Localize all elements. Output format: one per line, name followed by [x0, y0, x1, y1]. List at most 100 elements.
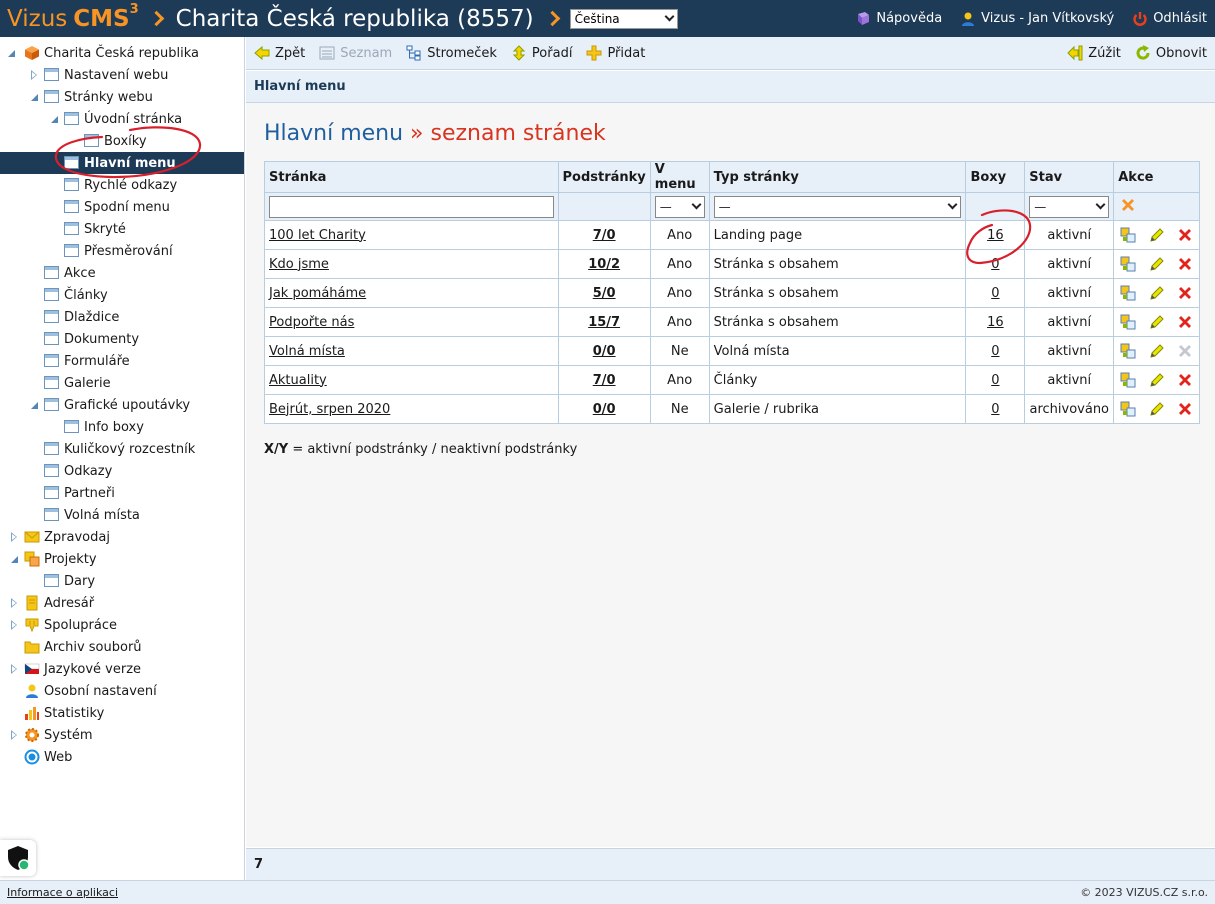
sidebar-item-clanky[interactable]: Články — [0, 284, 244, 306]
expand-closed-icon[interactable] — [31, 70, 37, 80]
boxes-link[interactable]: 0 — [991, 402, 999, 417]
delete-icon[interactable] — [1177, 285, 1193, 301]
sidebar-item-nastaveni-webu[interactable]: Nastavení webu — [0, 64, 244, 86]
sidebar-item-system[interactable]: Systém — [0, 724, 244, 746]
expand-closed-icon[interactable] — [11, 620, 17, 630]
type-filter-select[interactable]: — — [713, 195, 962, 218]
expand-closed-icon[interactable] — [11, 730, 17, 740]
sidebar-item-partneri[interactable]: Partneři — [0, 482, 244, 504]
expand-closed-icon[interactable] — [11, 598, 17, 608]
sidebar-item-dlazdice[interactable]: Dlaždice — [0, 306, 244, 328]
sidebar-item-boxiky[interactable]: Boxíky — [0, 130, 244, 152]
delete-icon[interactable] — [1177, 372, 1193, 388]
subpages-link[interactable]: 0/0 — [593, 344, 616, 359]
sidebar-item-spodni-menu[interactable]: Spodní menu — [0, 196, 244, 218]
column-header[interactable]: Boxy — [965, 161, 1026, 193]
subpages-link[interactable]: 7/0 — [593, 373, 616, 388]
view-boxes-icon[interactable] — [1120, 343, 1136, 359]
sidebar-item-stranky-webu[interactable]: Stránky webu — [0, 86, 244, 108]
state-filter-select[interactable]: — — [1029, 195, 1110, 218]
boxes-link[interactable]: 16 — [987, 228, 1004, 243]
sidebar-item-zpravodaj[interactable]: Zpravodaj — [0, 526, 244, 548]
refresh-button[interactable]: Obnovit — [1135, 45, 1207, 61]
sidebar-item-spoluprace[interactable]: Spolupráce — [0, 614, 244, 636]
expand-open-icon[interactable] — [51, 116, 58, 123]
page-link[interactable]: Kdo jsme — [269, 257, 329, 272]
delete-icon[interactable] — [1177, 401, 1193, 417]
sidebar-item-rychle-odkazy[interactable]: Rychlé odkazy — [0, 174, 244, 196]
expand-open-icon[interactable] — [11, 556, 18, 563]
pencil-icon[interactable] — [1149, 343, 1165, 359]
column-header[interactable]: Podstránky — [557, 161, 651, 193]
expand-open-icon[interactable] — [8, 50, 15, 57]
pencil-icon[interactable] — [1149, 285, 1165, 301]
boxes-link[interactable]: 0 — [991, 344, 999, 359]
sidebar-item-formulare[interactable]: Formuláře — [0, 350, 244, 372]
language-select[interactable]: Čeština — [569, 8, 678, 29]
column-header[interactable]: Stránka — [264, 161, 559, 193]
subpages-link[interactable]: 5/0 — [593, 286, 616, 301]
subpages-link[interactable]: 10/2 — [588, 257, 620, 272]
delete-icon[interactable] — [1177, 256, 1193, 272]
sidebar-item-volna-mista[interactable]: Volná místa — [0, 504, 244, 526]
sidebar-item-hlavni-menu[interactable]: Hlavní menu — [0, 152, 244, 174]
subpages-link[interactable]: 0/0 — [593, 402, 616, 417]
sidebar-item-kulickovy-rozcestnik[interactable]: Kuličkový rozcestník — [0, 438, 244, 460]
delete-icon[interactable] — [1177, 227, 1193, 243]
pencil-icon[interactable] — [1149, 227, 1165, 243]
view-boxes-icon[interactable] — [1120, 285, 1136, 301]
pencil-icon[interactable] — [1149, 314, 1165, 330]
column-header[interactable]: Typ stránky — [708, 161, 967, 193]
sidebar-item-projekty[interactable]: Projekty — [0, 548, 244, 570]
sidebar-item-uvodni-stranka[interactable]: Úvodní stránka — [0, 108, 244, 130]
delete-icon[interactable] — [1177, 314, 1193, 330]
sidebar-item-graficke-upoutavky[interactable]: Grafické upoutávky — [0, 394, 244, 416]
logout-button[interactable]: Odhlásit — [1132, 11, 1207, 27]
app-info-link[interactable]: Informace o aplikaci — [7, 886, 118, 899]
sidebar-item-akce[interactable]: Akce — [0, 262, 244, 284]
list-button[interactable]: Seznam — [319, 45, 392, 61]
order-button[interactable]: Pořadí — [511, 45, 572, 61]
brand-logo[interactable]: Vizus CMS3 — [0, 2, 139, 32]
view-boxes-icon[interactable] — [1120, 314, 1136, 330]
menu-filter-select[interactable]: — — [654, 195, 705, 218]
page-link[interactable]: Volná místa — [269, 344, 345, 359]
boxes-link[interactable]: 0 — [991, 257, 999, 272]
view-boxes-icon[interactable] — [1120, 401, 1136, 417]
sidebar-item-info-boxy[interactable]: Info boxy — [0, 416, 244, 438]
tree-button[interactable]: Stromeček — [406, 45, 497, 61]
sidebar-item-galerie[interactable]: Galerie — [0, 372, 244, 394]
expand-closed-icon[interactable] — [11, 664, 17, 674]
sidebar-item-skryte[interactable]: Skryté — [0, 218, 244, 240]
page-link[interactable]: Bejrút, srpen 2020 — [269, 402, 390, 417]
pencil-icon[interactable] — [1149, 256, 1165, 272]
back-button[interactable]: Zpět — [254, 45, 305, 61]
sidebar-item-dary[interactable]: Dary — [0, 570, 244, 592]
page-link[interactable]: 100 let Charity — [269, 228, 366, 243]
sidebar-item-dokumenty[interactable]: Dokumenty — [0, 328, 244, 350]
pencil-icon[interactable] — [1149, 372, 1165, 388]
expand-closed-icon[interactable] — [11, 532, 17, 542]
view-boxes-icon[interactable] — [1120, 227, 1136, 243]
page-name-filter-input[interactable] — [269, 195, 554, 218]
user-link[interactable]: Vizus - Jan Vítkovský — [960, 11, 1114, 27]
subpages-link[interactable]: 15/7 — [588, 315, 620, 330]
help-link[interactable]: Nápověda — [855, 11, 942, 27]
sidebar-item-archiv-souboru[interactable]: Archiv souborů — [0, 636, 244, 658]
add-button[interactable]: Přidat — [586, 45, 645, 61]
narrow-button[interactable]: Zúžit — [1067, 45, 1121, 61]
page-link[interactable]: Jak pomáháme — [269, 286, 366, 301]
expand-open-icon[interactable] — [31, 402, 38, 409]
expand-open-icon[interactable] — [31, 94, 38, 101]
privacy-shield-button[interactable] — [0, 840, 36, 876]
clear-filter-icon[interactable] — [1120, 197, 1136, 213]
page-link[interactable]: Podpořte nás — [269, 315, 354, 330]
boxes-link[interactable]: 0 — [991, 286, 999, 301]
sidebar-item-osobni-nastaveni[interactable]: Osobní nastavení — [0, 680, 244, 702]
subpages-link[interactable]: 7/0 — [593, 228, 616, 243]
page-link[interactable]: Aktuality — [269, 373, 327, 388]
sidebar-item-adresar[interactable]: Adresář — [0, 592, 244, 614]
boxes-link[interactable]: 0 — [991, 373, 999, 388]
sidebar-item-statistiky[interactable]: Statistiky — [0, 702, 244, 724]
sidebar-item-odkazy[interactable]: Odkazy — [0, 460, 244, 482]
